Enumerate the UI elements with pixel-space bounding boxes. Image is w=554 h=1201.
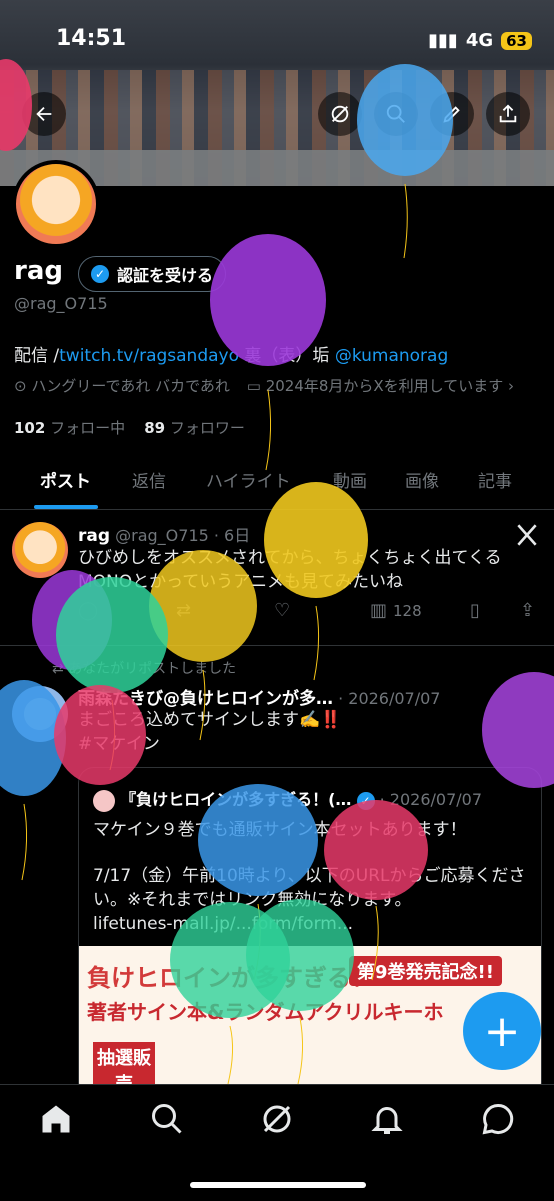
quote-line2: 7/17（金）午前10時より、以下のURLからご応募ください。※それまではリンク… bbox=[93, 866, 526, 910]
tab-articles[interactable]: 記事 bbox=[478, 467, 512, 492]
bio-text: 配信 / bbox=[14, 346, 60, 366]
tweet2-text: まごころ込めてサインします✍️‼️ bbox=[78, 710, 342, 730]
share-button[interactable] bbox=[486, 92, 530, 136]
share-icon: ⇪ bbox=[520, 600, 536, 621]
status-time: 14:51 bbox=[56, 26, 127, 51]
tweet-avatar[interactable] bbox=[12, 522, 68, 578]
following-link[interactable]: 102 フォロー中 bbox=[14, 419, 125, 437]
tab-posts[interactable]: ポスト bbox=[40, 467, 91, 492]
profile-location: ハングリーであれ バカであれ bbox=[31, 377, 230, 395]
tweet-author-handle[interactable]: @rag_O715 · 6日 bbox=[115, 526, 250, 545]
edit-icon bbox=[443, 106, 460, 123]
tweet-author-name[interactable]: rag bbox=[78, 526, 110, 546]
views-icon: ▥ bbox=[370, 600, 388, 621]
compose-button[interactable]: + bbox=[463, 992, 541, 1070]
following-label: フォロー中 bbox=[50, 419, 126, 437]
share-icon bbox=[499, 104, 517, 123]
tweet2-date: · 2026/07/07 bbox=[338, 689, 441, 708]
profile-avatar[interactable] bbox=[12, 160, 100, 248]
profile-joined[interactable]: 2024年8月からXを利用しています bbox=[266, 377, 504, 395]
quote-link[interactable]: lifetunes-mall.jp/...form/form... bbox=[93, 912, 353, 936]
profile-meta: ⊙ ハングリーであれ バカであれ ▭ 2024年8月からXを利用しています › bbox=[14, 375, 514, 396]
tweet-actions: ◯ ⇄ ♡ ▥ 128 ▯ ⇪ bbox=[78, 600, 540, 628]
views-button[interactable]: ▥ 128 bbox=[370, 600, 422, 621]
quote-line1: マケイン９巻でも通販サイン本セットあります！ bbox=[93, 820, 467, 840]
back-arrow-icon bbox=[36, 106, 52, 122]
tweet-text: ひびめしをオススメされてから、ちょくちょく出てくるMONOとかっていうアニメも見… bbox=[78, 548, 502, 592]
tweet2-hashtag[interactable]: #マケイン bbox=[78, 732, 160, 756]
tweet-header: rag @rag_O715 · 6日 bbox=[78, 522, 250, 546]
promo-subtitle: 著者サイン本&ランダムアクリルキーホ bbox=[87, 1000, 444, 1024]
calendar-icon: ▭ bbox=[246, 377, 261, 395]
like-button[interactable]: ♡ bbox=[274, 600, 290, 621]
tweet2-header: 雨森たきび@負けヒロインが多… · 2026/07/07 bbox=[78, 684, 440, 709]
search-button[interactable] bbox=[374, 92, 418, 136]
reply-icon: ◯ bbox=[78, 600, 99, 621]
tab-videos[interactable]: 動画 bbox=[333, 467, 367, 492]
followers-label: フォロワー bbox=[169, 419, 245, 437]
quote-author-name: 『負けヒロインが多すぎる！(… bbox=[120, 790, 352, 809]
bio-mention[interactable]: @kumanorag bbox=[335, 346, 448, 366]
get-verified-button[interactable]: ✓ 認証を受ける bbox=[78, 256, 227, 292]
profile-handle: @rag_O715 bbox=[14, 294, 108, 313]
promo-title: 負けヒロインが多すぎる！ bbox=[87, 964, 375, 992]
search-icon[interactable] bbox=[149, 1101, 185, 1137]
tweet-divider bbox=[0, 645, 554, 646]
signal-icon: ▮▮▮ bbox=[428, 30, 458, 51]
repost-indicator: ⇄ あなたがリポストしました bbox=[52, 658, 236, 678]
repost-icon: ⇄ bbox=[176, 600, 192, 621]
views-count: 128 bbox=[393, 601, 422, 620]
tab-replies[interactable]: 返信 bbox=[132, 467, 166, 492]
repost-label: あなたがリポストしました bbox=[68, 661, 237, 677]
plus-icon: + bbox=[483, 1005, 521, 1057]
following-count: 102 bbox=[14, 419, 46, 437]
bell-icon[interactable] bbox=[369, 1101, 405, 1137]
profile-bio: 配信 /twitch.tv/ragsandayo 裏（表）垢 @kumanora… bbox=[14, 341, 448, 366]
profile-tabs: ポスト 返信 ハイライト 動画 画像 記事 bbox=[0, 455, 554, 510]
follow-stats: 102 フォロー中 89 フォロワー bbox=[14, 417, 245, 438]
edit-button[interactable] bbox=[430, 92, 474, 136]
verified-badge-icon: ✓ bbox=[356, 791, 375, 810]
bookmark-icon: ▯ bbox=[470, 600, 480, 621]
grok-icon bbox=[331, 105, 349, 123]
status-bar-right: ▮▮▮ 4G 63 bbox=[428, 30, 532, 51]
chevron-right-icon[interactable]: › bbox=[508, 377, 514, 395]
grok-icon[interactable] bbox=[259, 1101, 295, 1137]
location-icon: ⊙ bbox=[14, 377, 27, 395]
grok-button[interactable] bbox=[318, 92, 362, 136]
repost-author-avatar[interactable] bbox=[12, 686, 68, 742]
bookmark-button[interactable]: ▯ bbox=[470, 600, 480, 621]
home-indicator bbox=[190, 1182, 366, 1188]
reply-button[interactable]: ◯ bbox=[78, 600, 98, 621]
profile-name: rag bbox=[14, 256, 63, 286]
followers-link[interactable]: 89 フォロワー bbox=[144, 419, 245, 437]
quote-header: 『負けヒロインが多すぎる！(… ✓ · 2026/07/07 bbox=[93, 786, 482, 812]
tab-images[interactable]: 画像 bbox=[405, 467, 439, 492]
get-verified-label: 認証を受ける bbox=[117, 266, 214, 285]
search-icon bbox=[386, 104, 405, 123]
promo-badge: 第9巻発売記念!! bbox=[349, 956, 502, 986]
repost-icon: ⇄ bbox=[52, 661, 69, 677]
home-icon[interactable] bbox=[38, 1101, 74, 1137]
quote-avatar bbox=[93, 789, 115, 812]
active-tab-indicator bbox=[34, 505, 98, 509]
network-label: 4G bbox=[465, 30, 494, 51]
bio-text-mid: 裏（表）垢 bbox=[239, 346, 335, 366]
heart-icon: ♡ bbox=[274, 600, 291, 621]
tab-highlights[interactable]: ハイライト bbox=[206, 467, 291, 492]
bio-link[interactable]: twitch.tv/ragsandayo bbox=[59, 346, 239, 366]
quote-date: · 2026/07/07 bbox=[379, 790, 482, 809]
battery-level: 63 bbox=[501, 31, 532, 50]
followers-count: 89 bbox=[144, 419, 166, 437]
tweet2-author-name[interactable]: 雨森たきび@負けヒロインが多… bbox=[78, 689, 333, 709]
repost-button[interactable]: ⇄ bbox=[176, 600, 191, 621]
back-button[interactable] bbox=[22, 92, 66, 136]
tweet-share-button[interactable]: ⇪ bbox=[520, 600, 535, 621]
messages-icon[interactable] bbox=[480, 1101, 516, 1137]
verified-badge-icon: ✓ bbox=[91, 265, 109, 283]
